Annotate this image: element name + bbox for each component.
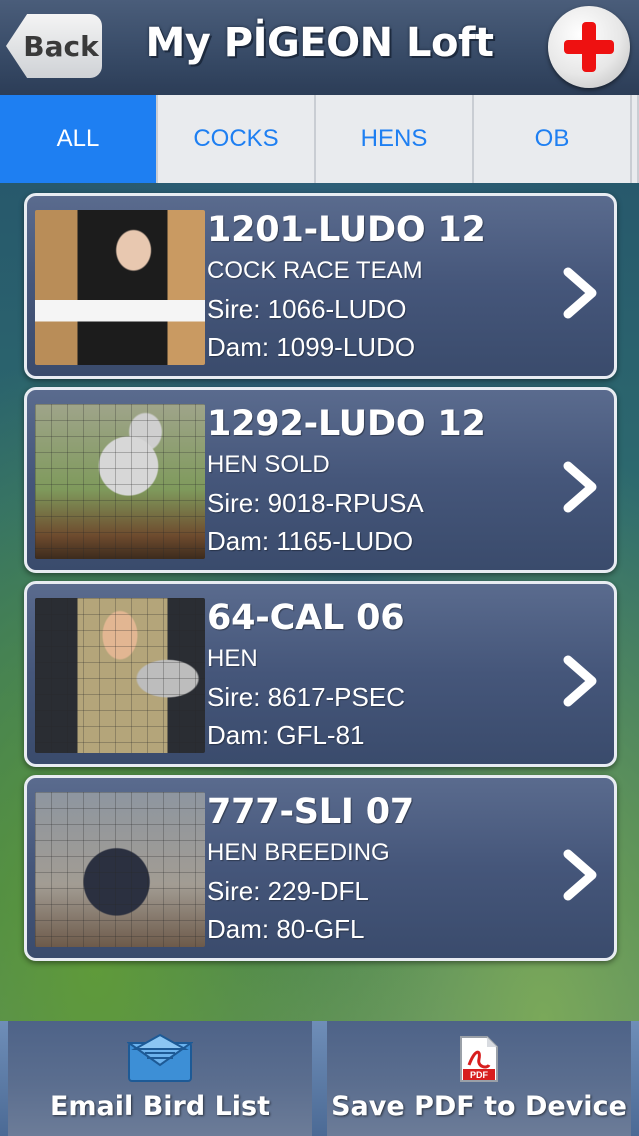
tab-hens[interactable]: HENS (316, 95, 472, 183)
chevron-right-icon (563, 849, 597, 901)
tab-ob[interactable]: OB (474, 95, 630, 183)
bird-note: COCK RACE TEAM (207, 257, 423, 284)
chevron-right-icon (563, 267, 597, 319)
bird-sire: Sire: 8617-PSEC (207, 682, 405, 712)
bird-sire: Sire: 1066-LUDO (207, 294, 407, 324)
email-bird-list-label: Email Bird List (49, 1091, 271, 1122)
bird-dam: Dam: GFL-81 (207, 720, 365, 750)
page-title: My PİGEON Loft (145, 20, 494, 66)
tab-all[interactable]: ALL (0, 95, 156, 183)
bird-dam: Dam: 1165-LUDO (207, 526, 414, 556)
bird-info: 1201-LUDO 12 COCK RACE TEAM Sire: 1066-L… (207, 208, 567, 366)
envelope-icon (127, 1033, 193, 1082)
bird-photo (35, 598, 205, 753)
bird-photo (35, 792, 205, 947)
bird-photo (35, 404, 205, 559)
chevron-right-icon (563, 461, 597, 513)
filter-tabs: ALL COCKS HENS OB (0, 95, 639, 183)
save-pdf-button[interactable]: PDF Save PDF to Device (327, 1021, 631, 1136)
bird-band-number: 64-CAL 06 (207, 598, 405, 638)
bird-row[interactable]: 1292-LUDO 12 HEN SOLD Sire: 9018-RPUSA D… (24, 387, 617, 573)
bird-photo (35, 210, 205, 365)
pdf-file-icon: PDF (460, 1036, 498, 1082)
bird-row[interactable]: 1201-LUDO 12 COCK RACE TEAM Sire: 1066-L… (24, 193, 617, 379)
save-pdf-label: Save PDF to Device (331, 1091, 627, 1122)
bird-info: 64-CAL 06 HEN Sire: 8617-PSEC Dam: GFL-8… (207, 596, 567, 754)
tab-cocks[interactable]: COCKS (158, 95, 314, 183)
bird-info: 1292-LUDO 12 HEN SOLD Sire: 9018-RPUSA D… (207, 402, 567, 560)
bottom-toolbar: Email Bird List PDF Save PDF to Device (0, 1021, 639, 1136)
pdf-icon-text: PDF (470, 1070, 489, 1080)
bird-note: HEN BREEDING (207, 839, 390, 866)
tab-overflow[interactable] (632, 95, 637, 183)
plus-icon-vertical (582, 22, 596, 72)
bird-note: HEN SOLD (207, 451, 330, 478)
bird-dam: Dam: 80-GFL (207, 914, 365, 944)
bird-band-number: 1201-LUDO 12 (207, 210, 486, 250)
bird-note: HEN (207, 645, 258, 672)
add-bird-button[interactable] (548, 6, 630, 88)
bird-band-number: 1292-LUDO 12 (207, 404, 486, 444)
email-bird-list-button[interactable]: Email Bird List (8, 1021, 312, 1136)
bird-info: 777-SLI 07 HEN BREEDING Sire: 229-DFL Da… (207, 790, 567, 948)
bird-sire: Sire: 229-DFL (207, 876, 369, 906)
chevron-right-icon (563, 655, 597, 707)
bird-list: 1201-LUDO 12 COCK RACE TEAM Sire: 1066-L… (24, 193, 617, 969)
navigation-bar: Back My PİGEON Loft (0, 0, 639, 95)
bird-row[interactable]: 777-SLI 07 HEN BREEDING Sire: 229-DFL Da… (24, 775, 617, 961)
bird-dam: Dam: 1099-LUDO (207, 332, 416, 362)
bird-row[interactable]: 64-CAL 06 HEN Sire: 8617-PSEC Dam: GFL-8… (24, 581, 617, 767)
bird-sire: Sire: 9018-RPUSA (207, 488, 424, 518)
bird-band-number: 777-SLI 07 (207, 792, 415, 832)
